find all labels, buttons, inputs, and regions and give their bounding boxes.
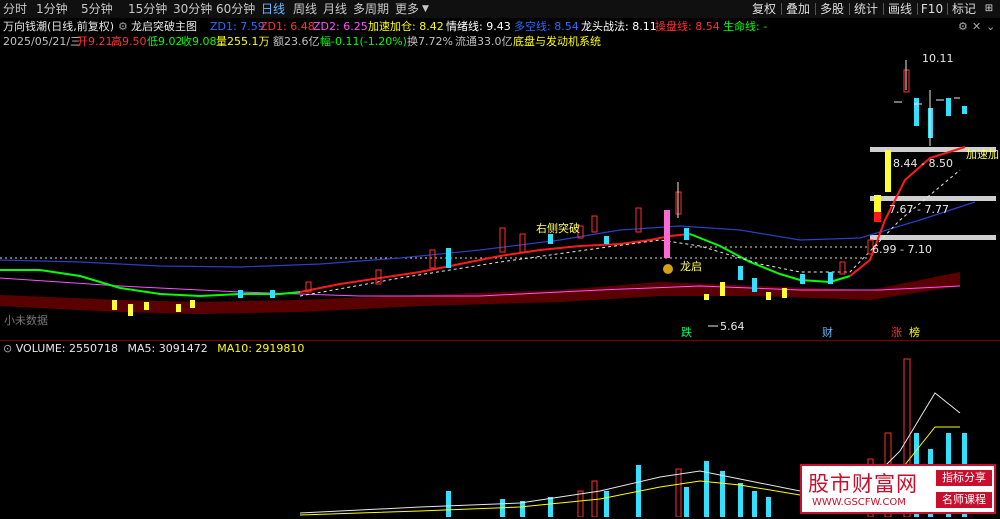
period-monthly[interactable]: 月线 bbox=[323, 1, 347, 17]
f10-button[interactable]: F10 bbox=[918, 1, 946, 17]
high-price-label: 10.11 bbox=[922, 52, 954, 65]
zd1-value: ZD1: 7.59 bbox=[210, 20, 265, 33]
expand-icon[interactable]: ⊞ bbox=[982, 1, 996, 17]
longtou-value: 龙头战法: 8.11 bbox=[581, 20, 657, 33]
quote-date: 2025/05/21/三 bbox=[3, 35, 82, 48]
overlay-button[interactable]: 叠加 bbox=[782, 1, 814, 17]
kline-chart[interactable]: 10.11 5.64 8.44 - 8.50 7.67 - 7.77 6.99 … bbox=[0, 50, 1000, 340]
multi-stock-button[interactable]: 多股 bbox=[816, 1, 848, 17]
low-price-label: 5.64 bbox=[720, 320, 745, 333]
period-5min[interactable]: 5分钟 bbox=[81, 1, 113, 17]
period-30min[interactable]: 30分钟 bbox=[173, 1, 212, 17]
quote-turnover: 换7.72% bbox=[407, 35, 453, 48]
period-1min[interactable]: 1分钟 bbox=[36, 1, 68, 17]
marker-die: 跌 bbox=[681, 325, 692, 339]
zd2-value: ZD2: 6.25 bbox=[313, 20, 368, 33]
period-60min[interactable]: 60分钟 bbox=[216, 1, 255, 17]
quote-line: 2025/05/21/三 开9.21 高9.50 低9.02 收9.08 量25… bbox=[0, 34, 640, 49]
watermark-tag-course: 名师课程 bbox=[936, 492, 992, 508]
quote-float: 流通33.0亿 bbox=[455, 35, 513, 48]
quote-close: 收9.08 bbox=[181, 35, 217, 48]
quote-high: 高9.50 bbox=[111, 35, 147, 48]
no-data-label: 小未数据 bbox=[4, 313, 48, 327]
zd1b-value: ZD1: 6.48 bbox=[260, 20, 315, 33]
money-bag-icon bbox=[663, 264, 673, 274]
blue-line bbox=[0, 201, 976, 268]
qingxu-value: 情绪线: 9.43 bbox=[446, 20, 511, 33]
watermark-title: 股市财富网 bbox=[808, 472, 918, 496]
fuquan-button[interactable]: 复权 bbox=[748, 1, 780, 17]
zone-bar-low bbox=[870, 235, 996, 240]
settings-icon[interactable]: ⚙ bbox=[958, 19, 968, 34]
quote-system: 底盘与发动机系统 bbox=[513, 35, 601, 48]
marker-bang: 榜 bbox=[909, 325, 920, 339]
marker-cai: 财 bbox=[822, 325, 833, 339]
red-line bbox=[299, 233, 691, 293]
kline-svg: 10.11 5.64 8.44 - 8.50 7.67 - 7.77 6.99 … bbox=[0, 52, 999, 339]
indicator-name[interactable]: 龙启突破主图 bbox=[131, 19, 197, 34]
close-icon[interactable]: ✕ bbox=[972, 19, 981, 34]
accelerate-label: 加速加 bbox=[966, 148, 999, 161]
dashed-trend bbox=[299, 169, 961, 297]
period-multi[interactable]: 多周期 bbox=[353, 1, 389, 17]
chevron-down-icon[interactable]: ⌄ bbox=[986, 19, 995, 34]
period-toolbar: 分时 1分钟 5分钟 15分钟 30分钟 60分钟 日线 周线 月线 多周期 更… bbox=[0, 0, 1000, 19]
watermark-url: WWW.GSCFW.COM bbox=[812, 497, 906, 508]
zone3-label: 6.99 - 7.10 bbox=[872, 243, 932, 256]
stock-title: 万向钱潮(日线,前复权) bbox=[3, 20, 115, 33]
indicator-bar: 万向钱潮(日线,前复权) ⚙ 龙启突破主图 ZD1: 7.59 ZD1: 6.4… bbox=[0, 18, 1000, 34]
gear-icon[interactable]: ⚙ bbox=[118, 19, 128, 34]
period-more[interactable]: 更多 bbox=[395, 1, 419, 17]
watermark-tag-share: 指标分享 bbox=[936, 470, 992, 486]
breakout-label: 右侧突破 bbox=[536, 221, 580, 235]
quote-low: 低9.02 bbox=[147, 35, 183, 48]
site-watermark: 股市财富网 WWW.GSCFW.COM 指标分享 名师课程 bbox=[800, 464, 996, 514]
chevron-down-icon[interactable]: ▼ bbox=[422, 1, 429, 17]
marker-zhang: 涨 bbox=[891, 326, 902, 339]
period-weekly[interactable]: 周线 bbox=[293, 1, 317, 17]
draw-line-button[interactable]: 画线 bbox=[884, 1, 916, 17]
caopan-value: 操盘线: 8.54 bbox=[655, 20, 720, 33]
period-15min[interactable]: 15分钟 bbox=[128, 1, 167, 17]
jiasu-value: 加速加仓: 8.42 bbox=[368, 20, 444, 33]
quote-volume: 量255.1万 bbox=[216, 35, 270, 48]
zone-bar-mid bbox=[870, 196, 996, 201]
zone1-label: 8.44 - 8.50 bbox=[893, 157, 953, 170]
quote-amount: 额23.6亿 bbox=[273, 35, 320, 48]
shengming-value: 生命线: - bbox=[723, 20, 768, 33]
mark-button[interactable]: 标记 bbox=[948, 1, 980, 17]
period-daily[interactable]: 日线 bbox=[261, 1, 285, 17]
zone2-label: 7.67 - 7.77 bbox=[889, 203, 949, 216]
candles bbox=[112, 60, 967, 316]
quote-change: 幅-0.11(-1.20%) bbox=[320, 35, 407, 48]
dragon-label: 龙启 bbox=[680, 260, 702, 273]
quote-open: 开9.21 bbox=[77, 35, 113, 48]
duokong-value: 多空线: 8.54 bbox=[514, 20, 579, 33]
period-fenshi[interactable]: 分时 bbox=[3, 1, 27, 17]
statistics-button[interactable]: 统计 bbox=[850, 1, 882, 17]
